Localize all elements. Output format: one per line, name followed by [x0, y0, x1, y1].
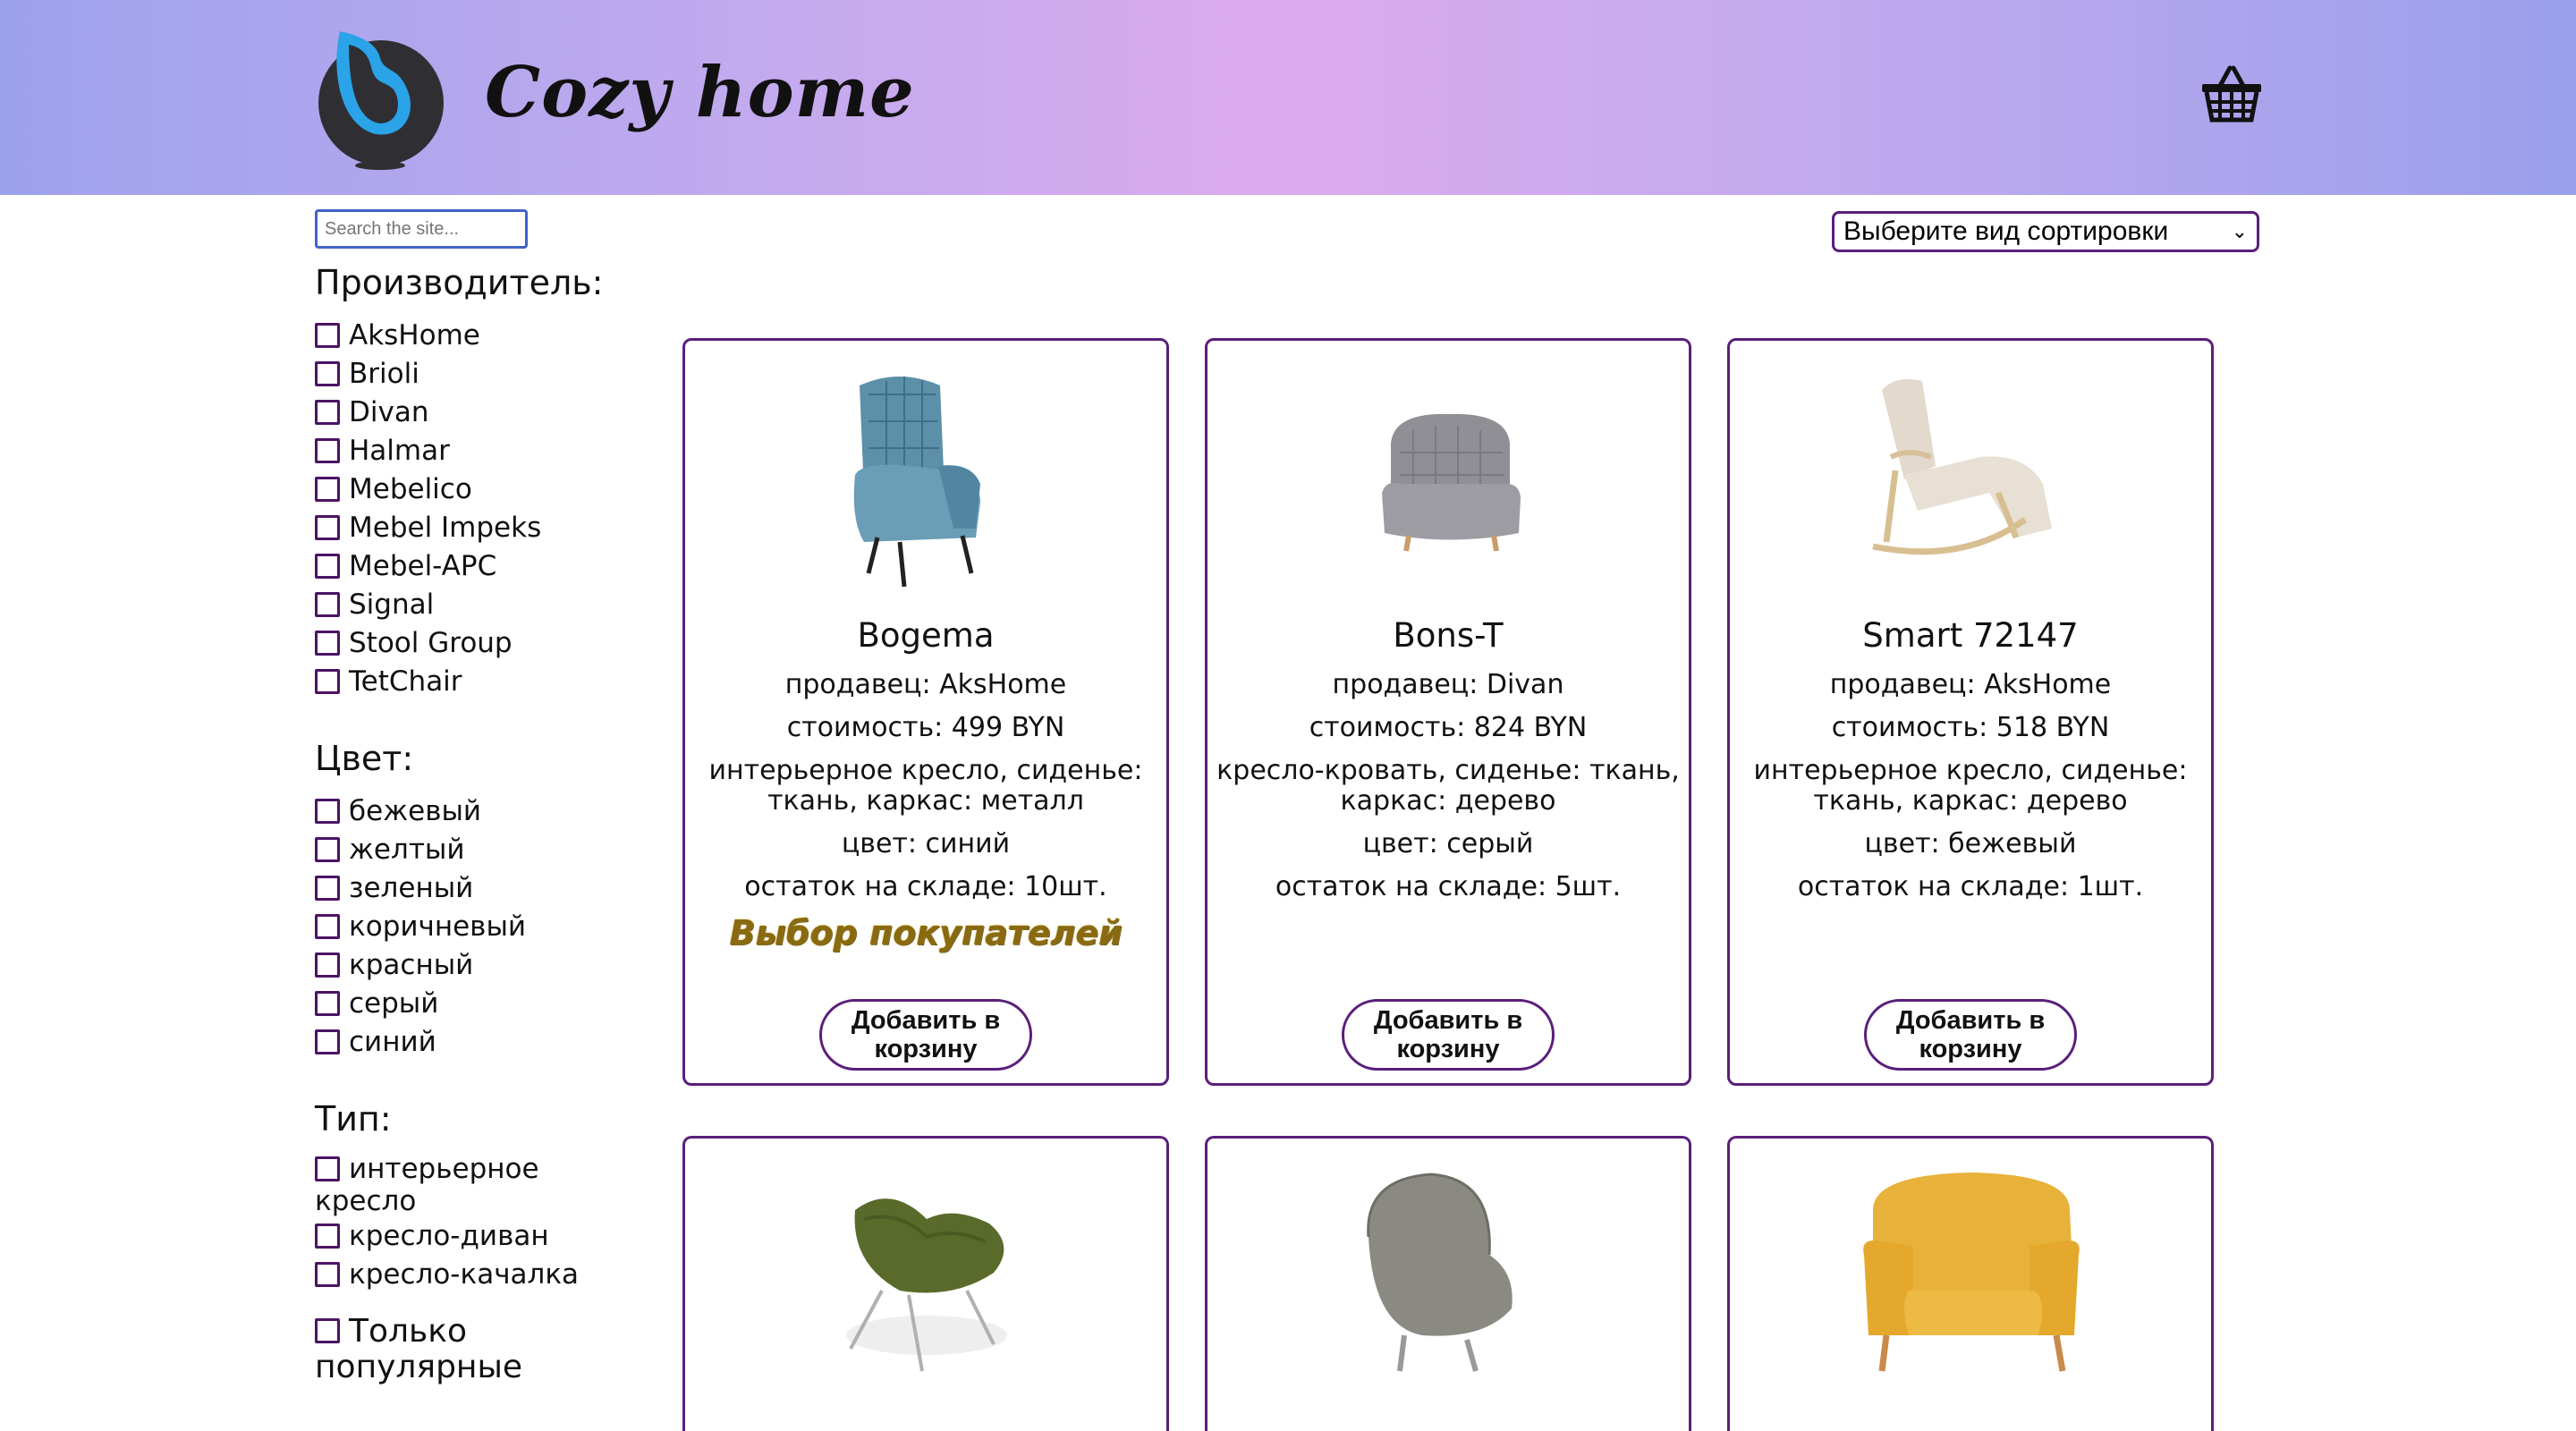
- chevron-down-icon: ⌄: [2231, 220, 2248, 242]
- maker-option[interactable]: Divan: [315, 394, 619, 432]
- maker-option[interactable]: TetChair: [315, 663, 619, 701]
- product-card: [1727, 1136, 2214, 1431]
- filters-sidebar: Производитель: AksHome Brioli Divan Halm…: [315, 261, 619, 1385]
- add-to-cart-button[interactable]: Добавить в корзину: [819, 999, 1032, 1071]
- checkbox[interactable]: [315, 323, 340, 348]
- product-stock: остаток на складе: 5шт.: [1275, 871, 1622, 902]
- checkbox[interactable]: [315, 1029, 340, 1054]
- sort-select-value: Выберите вид сортировки: [1843, 216, 2169, 246]
- color-option[interactable]: серый: [315, 985, 619, 1023]
- product-color: цвет: бежевый: [1864, 828, 2077, 859]
- maker-option[interactable]: Stool Group: [315, 624, 619, 663]
- checkbox[interactable]: [315, 515, 340, 540]
- add-to-cart-button[interactable]: Добавить в корзину: [1342, 999, 1555, 1071]
- checkbox[interactable]: [315, 1318, 340, 1343]
- checkbox[interactable]: [315, 914, 340, 939]
- search-input[interactable]: [315, 209, 528, 249]
- checkbox[interactable]: [315, 1156, 340, 1181]
- product-description: интерьерное кресло, сиденье: ткань, карк…: [708, 755, 1143, 817]
- customer-choice-badge: Выбор покупателей: [729, 913, 1123, 953]
- product-color: цвет: серый: [1362, 828, 1534, 859]
- product-card: [682, 1136, 1169, 1431]
- checkbox[interactable]: [315, 669, 340, 694]
- checkbox[interactable]: [315, 1224, 340, 1249]
- grey-armchair-image: [1382, 413, 1521, 552]
- checkbox[interactable]: [315, 592, 340, 617]
- checkbox[interactable]: [315, 361, 340, 386]
- product-name: Bons-T: [1393, 616, 1504, 655]
- checkbox[interactable]: [315, 1262, 340, 1287]
- checkbox[interactable]: [315, 953, 340, 978]
- maker-option[interactable]: Mebel Impeks: [315, 509, 619, 547]
- type-option[interactable]: кресло-качалка: [315, 1256, 619, 1294]
- product-color: цвет: синий: [841, 828, 1011, 859]
- maker-option[interactable]: Brioli: [315, 355, 619, 394]
- maker-option[interactable]: Mebel-APC: [315, 547, 619, 586]
- checkbox[interactable]: [315, 837, 340, 862]
- egg-chair-logo-icon[interactable]: [313, 18, 447, 170]
- site-header: Cozy home: [0, 0, 2576, 195]
- checkbox[interactable]: [315, 631, 340, 656]
- checkbox[interactable]: [315, 477, 340, 502]
- maker-option[interactable]: Signal: [315, 586, 619, 624]
- checkbox[interactable]: [315, 400, 340, 425]
- product-description: интерьерное кресло, сиденье: ткань, карк…: [1753, 755, 2188, 817]
- product-description: кресло-кровать, сиденье: ткань, каркас: …: [1216, 755, 1680, 817]
- product-seller: продавец: Divan: [1332, 669, 1564, 700]
- green-armchair-image: [846, 1198, 1007, 1372]
- blue-armchair-image: [853, 377, 980, 588]
- color-option[interactable]: зеленый: [315, 869, 619, 908]
- product-stock: остаток на складе: 1шт.: [1797, 871, 2144, 902]
- color-option[interactable]: синий: [315, 1023, 619, 1062]
- maker-option[interactable]: Mebelico: [315, 470, 619, 509]
- color-option[interactable]: желтый: [315, 831, 619, 869]
- product-card: Bons-T продавец: Divan стоимость: 824 BY…: [1205, 338, 1691, 1086]
- product-name: Bogema: [857, 616, 995, 655]
- checkbox[interactable]: [315, 991, 340, 1016]
- product-stock: остаток на складе: 10шт.: [744, 871, 1107, 902]
- checkbox[interactable]: [315, 876, 340, 901]
- type-filter-title: Тип:: [315, 1099, 392, 1139]
- checkbox[interactable]: [315, 799, 340, 824]
- product-price: стоимость: 824 BYN: [1309, 712, 1588, 743]
- shopping-basket-icon[interactable]: [2200, 64, 2263, 123]
- color-option[interactable]: бежевый: [315, 792, 619, 831]
- yellow-armchair-image: [1863, 1173, 2080, 1372]
- checked-armchair-image: [1367, 1173, 1513, 1372]
- sort-select[interactable]: Выберите вид сортировки ⌄: [1832, 211, 2259, 252]
- maker-option[interactable]: AksHome: [315, 317, 619, 355]
- product-seller: продавец: AksHome: [1829, 669, 2112, 700]
- product-card: [1205, 1136, 1691, 1431]
- checkbox[interactable]: [315, 438, 340, 463]
- color-filter-title: Цвет:: [315, 739, 414, 778]
- maker-option[interactable]: Halmar: [315, 432, 619, 470]
- brand-title[interactable]: Cozy home: [485, 52, 915, 133]
- product-card: Bogema продавец: AksHome стоимость: 499 …: [682, 338, 1169, 1086]
- color-option[interactable]: красный: [315, 946, 619, 985]
- product-price: стоимость: 499 BYN: [786, 712, 1065, 743]
- maker-filter-title: Производитель:: [315, 263, 604, 302]
- rocking-chair-image: [1872, 378, 2052, 555]
- checkbox[interactable]: [315, 554, 340, 579]
- add-to-cart-button[interactable]: Добавить в корзину: [1864, 999, 2077, 1071]
- type-option[interactable]: кресло-диван: [315, 1217, 619, 1256]
- product-card: Smart 72147 продавец: AksHome стоимость:…: [1727, 338, 2214, 1086]
- product-name: Smart 72147: [1862, 616, 2079, 655]
- color-option[interactable]: коричневый: [315, 908, 619, 946]
- product-price: стоимость: 518 BYN: [1831, 712, 2110, 743]
- popular-only-option[interactable]: Только популярные: [315, 1314, 619, 1385]
- product-seller: продавец: AksHome: [784, 669, 1067, 700]
- type-option[interactable]: интерьерное кресло: [315, 1153, 619, 1217]
